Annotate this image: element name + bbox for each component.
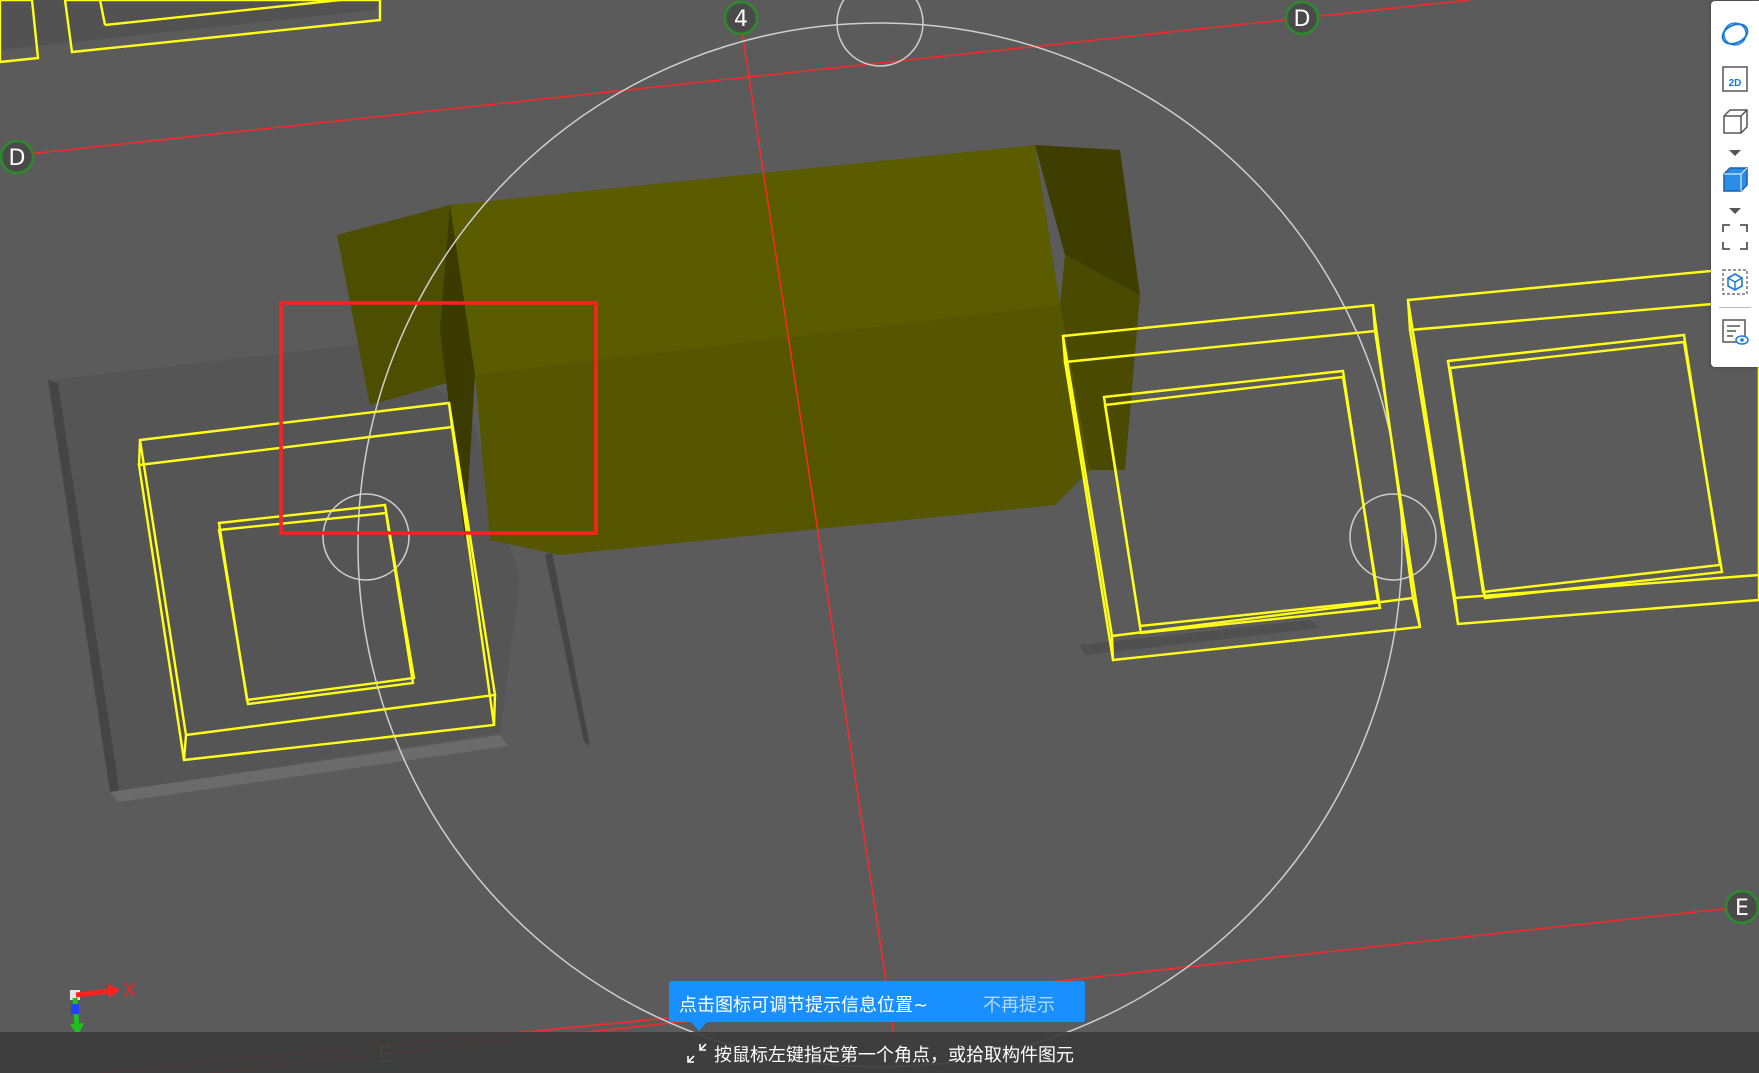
tip-message: 点击图标可调节提示信息位置~ (679, 995, 929, 1016)
grid-bubble-d-top-label: D (1294, 7, 1311, 32)
wireframe-cap-right-2[interactable] (1406, 266, 1759, 626)
grid-bubble-d-left[interactable]: D (0, 139, 35, 175)
fit-view-icon[interactable] (1720, 222, 1750, 252)
shaded-cube-icon[interactable] (1720, 164, 1750, 194)
section-box-icon[interactable] (1720, 267, 1750, 297)
3d-viewport[interactable]: 4 D D E E X Y (0, 0, 1759, 1073)
status-bar: 按鼠标左键指定第一个角点，或拾取构件图元 (0, 1032, 1759, 1073)
toolbar-separator (1719, 307, 1751, 308)
grid-bubble-d-top[interactable]: D (1284, 0, 1320, 36)
orbit-icon[interactable] (1720, 19, 1750, 49)
shaded-dropdown-caret[interactable] (1729, 208, 1741, 214)
view-2d-label: 2D (1729, 78, 1742, 89)
view-toolbar: 2D (1711, 1, 1759, 367)
grid-bubble-d-left-label: D (9, 146, 26, 171)
grid-bubble-e-right[interactable]: E (1724, 889, 1759, 925)
grid-bubble-4-label: 4 (734, 7, 748, 32)
view-2d-button[interactable]: 2D (1720, 64, 1750, 94)
grid-bubble-4-top[interactable]: 4 (723, 0, 759, 36)
wireframe-cube-icon[interactable] (1720, 106, 1750, 136)
grid-bubble-e-right-label: E (1735, 896, 1749, 921)
x-axis-label: X (124, 980, 136, 1000)
pick-corner-icon (687, 1043, 707, 1063)
tip-bubble[interactable]: 点击图标可调节提示信息位置~ 不再提示 (669, 981, 1085, 1031)
scene-canvas[interactable]: 4 D D E E (0, 0, 1759, 1073)
tip-dismiss-link[interactable]: 不再提示 (983, 991, 1055, 1017)
wireframe-dropdown-caret[interactable] (1729, 150, 1741, 156)
status-prompt: 按鼠标左键指定第一个角点，或拾取构件图元 (714, 1045, 1074, 1066)
display-settings-icon[interactable] (1720, 317, 1750, 347)
